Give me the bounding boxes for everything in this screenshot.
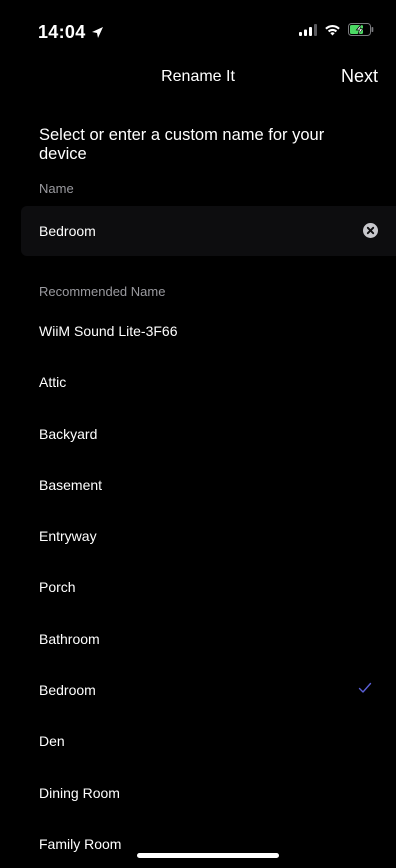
list-item-label: Entryway — [39, 528, 97, 545]
list-item-label: Dining Room — [39, 784, 120, 801]
list-item[interactable]: WiiM Sound Lite-3F66 — [0, 304, 396, 355]
recommended-section-label: Recommended Name — [39, 284, 166, 299]
nav-bar: Rename It Next — [0, 60, 396, 96]
battery-charging-icon — [348, 23, 374, 41]
list-item[interactable]: Dining Room — [0, 766, 396, 817]
instruction-heading: Select or enter a custom name for your d… — [39, 126, 325, 163]
page-title: Rename It — [161, 68, 235, 85]
list-item-label: Bathroom — [39, 630, 100, 647]
list-item-label: Attic — [39, 374, 67, 391]
list-item[interactable]: Backyard — [0, 407, 396, 458]
list-item-selected[interactable]: Bedroom — [0, 663, 396, 714]
list-item[interactable]: Attic — [0, 355, 396, 406]
list-item[interactable]: Basement — [0, 458, 396, 509]
list-item-label: Backyard — [39, 425, 98, 442]
status-bar: 14:04 — [0, 0, 396, 60]
clear-text-icon[interactable] — [363, 223, 378, 238]
cellular-signal-icon — [299, 23, 317, 41]
checkmark-icon — [358, 681, 372, 695]
name-field[interactable] — [21, 206, 396, 256]
list-item[interactable]: Entryway — [0, 509, 396, 560]
list-item[interactable]: Den — [0, 714, 396, 765]
name-input[interactable] — [39, 206, 339, 256]
list-item-label: Family Room — [39, 835, 122, 852]
list-item-label: Basement — [39, 476, 103, 493]
list-item[interactable]: Bathroom — [0, 612, 396, 663]
list-item[interactable]: Family Room — [0, 817, 396, 868]
next-button[interactable]: Next — [341, 66, 378, 87]
wifi-icon — [324, 23, 341, 41]
list-item-label: Den — [39, 733, 65, 750]
status-icons — [299, 23, 374, 41]
list-item-label: WiiM Sound Lite-3F66 — [39, 323, 178, 339]
list-item[interactable]: Porch — [0, 560, 396, 611]
list-item-label: Porch — [39, 579, 76, 596]
home-indicator[interactable] — [137, 853, 279, 858]
status-time-text: 14:04 — [38, 22, 86, 42]
list-item-label: Bedroom — [39, 682, 96, 699]
status-time: 14:04 — [38, 22, 104, 44]
location-arrow-icon — [91, 23, 104, 44]
recommended-name-list: WiiM Sound Lite-3F66 Attic Backyard Base… — [0, 304, 396, 868]
name-section-label: Name — [39, 181, 74, 196]
